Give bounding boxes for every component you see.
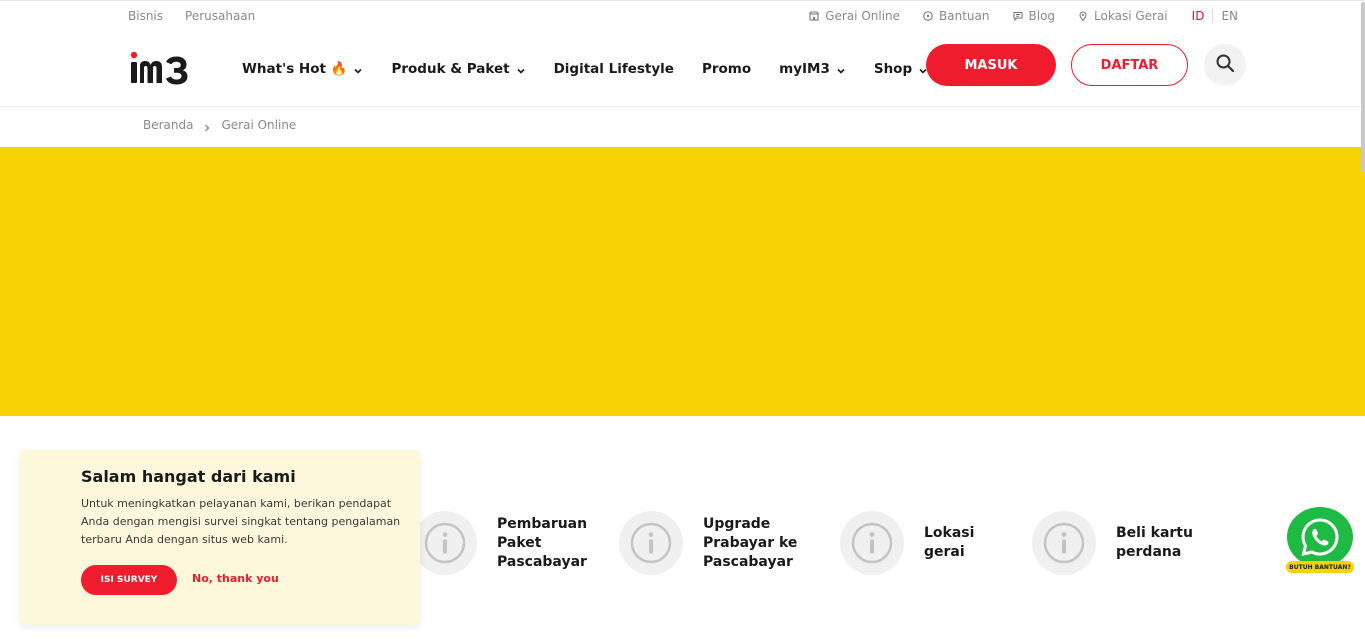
im3-logo[interactable]	[129, 51, 193, 85]
info-icon	[840, 511, 904, 575]
menu-shop-label: Shop	[873, 61, 913, 77]
help-icon	[923, 11, 933, 21]
link-gerai-online[interactable]: Gerai Online	[809, 9, 900, 23]
link-blog-label: Blog	[1028, 9, 1056, 23]
menu-whats-hot-label: What's Hot 🔥	[242, 61, 348, 77]
take-survey-button[interactable]: ISI SURVEY	[81, 565, 177, 595]
lang-id[interactable]: ID	[1192, 9, 1205, 23]
menu-produk-paket[interactable]: Produk & Paket	[391, 61, 525, 77]
feature-label: Beli kartu perdana	[1116, 525, 1193, 560]
chevron-down-icon	[516, 64, 526, 74]
register-button[interactable]: DAFTAR	[1071, 44, 1188, 86]
feature-pembaruan-paket[interactable]: Pembaruan Paket Pascabayar	[413, 511, 597, 575]
feature-lokasi-gerai[interactable]: Lokasi gerai	[840, 511, 984, 575]
hero-banner	[0, 147, 1365, 416]
link-blog[interactable]: Blog	[1012, 9, 1056, 23]
language-switcher: ID EN	[1192, 9, 1238, 23]
survey-popup: Salam hangat dari kami Untuk meningkatka…	[20, 450, 420, 625]
login-button[interactable]: MASUK	[926, 44, 1056, 86]
chat-icon	[1012, 11, 1023, 21]
feature-label: Upgrade Prabayar ke Pascabayar	[703, 515, 798, 570]
breadcrumb-current: Gerai Online	[221, 118, 297, 132]
breadcrumb: Beranda Gerai Online	[143, 118, 296, 132]
link-bisnis[interactable]: Bisnis	[128, 9, 163, 23]
lang-divider	[1212, 9, 1214, 23]
feature-label: Pembaruan Paket Pascabayar	[497, 515, 588, 570]
whatsapp-help-label: BUTUH BANTUAN?	[1286, 561, 1354, 573]
whatsapp-help-widget[interactable]: BUTUH BANTUAN?	[1286, 507, 1354, 575]
location-pin-icon	[1078, 11, 1088, 21]
menu-whats-hot[interactable]: What's Hot 🔥	[242, 61, 363, 77]
menu-myim3-label: myIM3	[779, 61, 830, 77]
menu-promo-label: Promo	[701, 61, 752, 77]
link-perusahaan[interactable]: Perusahaan	[185, 9, 255, 23]
link-bantuan-label: Bantuan	[939, 9, 990, 23]
search-icon	[1215, 53, 1235, 77]
menu-digital-lifestyle-label: Digital Lifestyle	[553, 61, 674, 77]
feature-label: Lokasi gerai	[924, 525, 975, 560]
top-utility-bar: Bisnis Perusahaan Gerai Online Bantuan B…	[0, 0, 1365, 32]
store-icon	[809, 11, 820, 21]
top-right-links: Gerai Online Bantuan Blog Lokasi Gerai I…	[786, 9, 1238, 23]
main-navigation: What's Hot 🔥 Produk & Paket Digital Life…	[0, 32, 1365, 107]
menu-myim3[interactable]: myIM3	[779, 61, 846, 77]
feature-beli-kartu-perdana[interactable]: Beli kartu perdana	[1032, 511, 1206, 575]
menu-shop[interactable]: Shop	[874, 61, 928, 77]
info-icon	[1032, 511, 1096, 575]
link-gerai-online-label: Gerai Online	[825, 9, 901, 23]
menu-digital-lifestyle[interactable]: Digital Lifestyle	[554, 61, 674, 77]
info-icon	[619, 511, 683, 575]
primary-menu: What's Hot 🔥 Produk & Paket Digital Life…	[242, 61, 956, 77]
link-lokasi-gerai-label: Lokasi Gerai	[1094, 9, 1168, 23]
decline-survey-link[interactable]: No, thank you	[192, 572, 279, 585]
breadcrumb-home[interactable]: Beranda	[143, 118, 193, 132]
survey-title: Salam hangat dari kami	[81, 467, 296, 486]
whatsapp-icon	[1287, 507, 1353, 567]
feature-upgrade-prabayar[interactable]: Upgrade Prabayar ke Pascabayar	[619, 511, 813, 575]
chevron-down-icon	[836, 64, 846, 74]
chevron-down-icon	[353, 64, 363, 74]
menu-promo[interactable]: Promo	[702, 61, 751, 77]
menu-produk-paket-label: Produk & Paket	[391, 61, 510, 77]
link-bantuan[interactable]: Bantuan	[923, 9, 990, 23]
search-button[interactable]	[1204, 44, 1246, 86]
top-left-links: Bisnis Perusahaan	[128, 9, 255, 23]
link-lokasi-gerai[interactable]: Lokasi Gerai	[1078, 9, 1168, 23]
info-icon	[413, 511, 477, 575]
survey-description: Untuk meningkatkan pelayanan kami, berik…	[81, 497, 401, 546]
lang-en[interactable]: EN	[1221, 9, 1238, 23]
chevron-right-icon	[203, 121, 211, 132]
page-scrollbar[interactable]	[1361, 2, 1365, 172]
